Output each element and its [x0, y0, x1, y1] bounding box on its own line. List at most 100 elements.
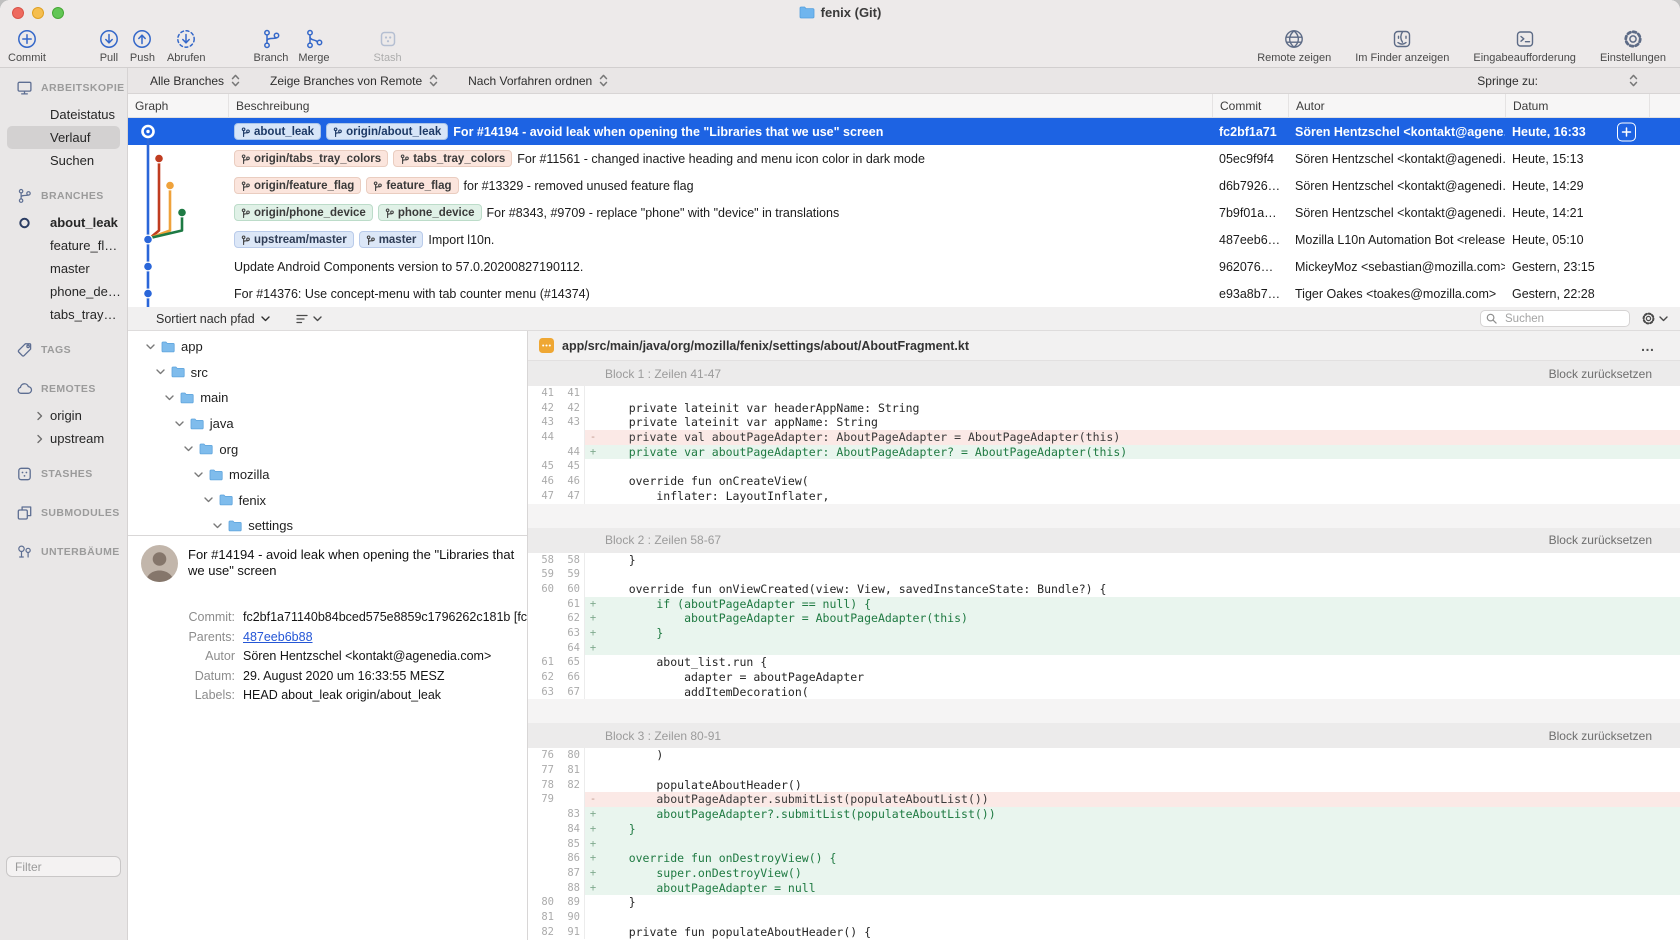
- sort-dropdown[interactable]: Sortiert nach pfad: [156, 312, 270, 326]
- search-input[interactable]: [1480, 310, 1630, 327]
- diff-line[interactable]: 5959: [528, 567, 1680, 582]
- sidebar-section-subtrees[interactable]: UNTERBÄUME: [0, 536, 127, 567]
- diff-line[interactable]: 44- private val aboutPageAdapter: AboutP…: [528, 430, 1680, 445]
- tree-item-fenix[interactable]: fenix: [128, 488, 527, 514]
- view-options-dropdown[interactable]: [296, 314, 322, 324]
- diff-line[interactable]: 4141: [528, 386, 1680, 401]
- diff-line[interactable]: 83+ aboutPageAdapter?.submitList(populat…: [528, 807, 1680, 822]
- tree-item-src[interactable]: src: [128, 360, 527, 386]
- branch-badge[interactable]: upstream/master: [234, 231, 354, 248]
- diff-line[interactable]: 7882 populateAboutHeader(): [528, 778, 1680, 793]
- diff-line[interactable]: 44+ private var aboutPageAdapter: AboutP…: [528, 445, 1680, 460]
- commit-row[interactable]: origin/tabs_tray_colorstabs_tray_colorsF…: [128, 145, 1680, 172]
- branch-badge[interactable]: origin/phone_device: [234, 204, 373, 221]
- fetch-button[interactable]: Abrufen: [167, 25, 206, 64]
- commit-row[interactable]: For #14376: Use concept-menu with tab co…: [128, 280, 1680, 307]
- commit-button[interactable]: Commit: [8, 25, 46, 64]
- sidebar-branch-master[interactable]: master: [0, 257, 127, 280]
- branch-badge[interactable]: master: [359, 231, 424, 248]
- tree-item-settings[interactable]: settings: [128, 513, 527, 536]
- tree-item-mozilla[interactable]: mozilla: [128, 462, 527, 488]
- block-reset-button[interactable]: Block zurücksetzen: [1549, 367, 1652, 381]
- diff-line[interactable]: 6165 about_list.run {: [528, 655, 1680, 670]
- diff-line[interactable]: 8190: [528, 910, 1680, 925]
- show-in-finder-button[interactable]: Im Finder anzeigen: [1355, 25, 1449, 64]
- diff-options-dropdown[interactable]: [1641, 311, 1668, 326]
- branch-badge[interactable]: feature_flag: [366, 177, 458, 194]
- diff-line[interactable]: 63+ }: [528, 626, 1680, 641]
- sidebar-section-tags[interactable]: TAGS: [0, 334, 127, 365]
- branch-badge[interactable]: about_leak: [234, 123, 321, 140]
- diff-line[interactable]: 61+ if (aboutPageAdapter == null) {: [528, 597, 1680, 612]
- diff-line[interactable]: 88+ aboutPageAdapter = null: [528, 881, 1680, 896]
- diff-line[interactable]: 4545: [528, 459, 1680, 474]
- diff-line[interactable]: 4646 override fun onCreateView(: [528, 474, 1680, 489]
- sidebar-item-suchen[interactable]: Suchen: [0, 149, 127, 172]
- commit-row[interactable]: upstream/mastermasterImport l10n.487eeb6…: [128, 226, 1680, 253]
- pull-button[interactable]: Pull: [98, 25, 120, 64]
- column-description[interactable]: Beschreibung: [228, 94, 1212, 117]
- diff-line[interactable]: 4343 private lateinit var appName: Strin…: [528, 415, 1680, 430]
- diff-line[interactable]: 87+ super.onDestroyView(): [528, 866, 1680, 881]
- sidebar-item-dateistatus[interactable]: Dateistatus: [0, 103, 127, 126]
- sidebar-section-stashes[interactable]: STASHES: [0, 458, 127, 489]
- commit-row-add-button[interactable]: [1617, 122, 1636, 141]
- sidebar-branch-about-leak[interactable]: about_leak: [0, 211, 127, 234]
- sidebar-branch-feature-fl[interactable]: feature_fl…: [0, 234, 127, 257]
- diff-line[interactable]: 4242 private lateinit var headerAppName:…: [528, 401, 1680, 416]
- more-options-button[interactable]: …: [1641, 338, 1657, 354]
- order-filter-dropdown[interactable]: Nach Vorfahren ordnen: [468, 74, 608, 88]
- branch-badge[interactable]: origin/feature_flag: [234, 177, 361, 194]
- commit-row[interactable]: origin/phone_devicephone_deviceFor #8343…: [128, 199, 1680, 226]
- diff-line[interactable]: 85+: [528, 837, 1680, 852]
- commit-row[interactable]: Update Android Components version to 57.…: [128, 253, 1680, 280]
- tree-item-java[interactable]: java: [128, 411, 527, 437]
- jump-to-dropdown[interactable]: Springe zu:: [1477, 74, 1638, 88]
- branch-badge[interactable]: phone_device: [378, 204, 482, 221]
- branch-badge[interactable]: tabs_tray_colors: [393, 150, 512, 167]
- command-prompt-button[interactable]: Eingabeaufforderung: [1473, 25, 1576, 64]
- column-commit[interactable]: Commit: [1212, 94, 1288, 117]
- column-date[interactable]: Datum: [1505, 94, 1649, 117]
- merge-button[interactable]: Merge: [298, 25, 329, 64]
- diff-line[interactable]: 86+ override fun onDestroyView() {: [528, 851, 1680, 866]
- commit-row[interactable]: about_leakorigin/about_leakFor #14194 - …: [128, 118, 1680, 145]
- sidebar-filter-input[interactable]: [6, 856, 121, 877]
- diff-line[interactable]: 8089 }: [528, 895, 1680, 910]
- sidebar-remote-origin[interactable]: origin: [0, 404, 127, 427]
- block-reset-button[interactable]: Block zurücksetzen: [1549, 533, 1652, 547]
- sidebar-item-verlauf[interactable]: Verlauf: [7, 126, 120, 149]
- block-reset-button[interactable]: Block zurücksetzen: [1549, 729, 1652, 743]
- detail-field-value[interactable]: 487eeb6b88: [243, 628, 527, 648]
- diff-line[interactable]: 7781: [528, 763, 1680, 778]
- diff-line[interactable]: 62+ aboutPageAdapter = AboutPageAdapter(…: [528, 611, 1680, 626]
- column-author[interactable]: Autor: [1288, 94, 1505, 117]
- diff-line[interactable]: 7680 ): [528, 748, 1680, 763]
- tree-item-org[interactable]: org: [128, 436, 527, 462]
- branch-badge[interactable]: origin/tabs_tray_colors: [234, 150, 388, 167]
- sidebar-branch-tabs-tray[interactable]: tabs_tray…: [0, 303, 127, 326]
- diff-line[interactable]: 84+ }: [528, 822, 1680, 837]
- diff-line[interactable]: 8291 private fun populateAboutHeader() {: [528, 925, 1680, 940]
- remote-filter-dropdown[interactable]: Zeige Branches von Remote: [270, 74, 438, 88]
- branch-button[interactable]: Branch: [254, 25, 289, 64]
- branch-filter-dropdown[interactable]: Alle Branches: [150, 74, 240, 88]
- tree-item-app[interactable]: app: [128, 334, 527, 360]
- diff-line[interactable]: 79- aboutPageAdapter.submitList(populate…: [528, 792, 1680, 807]
- sidebar-branch-phone-de[interactable]: phone_de…: [0, 280, 127, 303]
- column-graph[interactable]: Graph: [128, 94, 228, 117]
- push-button[interactable]: Push: [130, 25, 155, 64]
- sidebar-section-submodules[interactable]: SUBMODULES: [0, 497, 127, 528]
- sidebar-section-remotes[interactable]: REMOTES: [0, 373, 127, 404]
- commit-row[interactable]: origin/feature_flagfeature_flagfor #1332…: [128, 172, 1680, 199]
- sidebar-remote-upstream[interactable]: upstream: [0, 427, 127, 450]
- diff-line[interactable]: 4747 inflater: LayoutInflater,: [528, 489, 1680, 504]
- tree-item-main[interactable]: main: [128, 385, 527, 411]
- diff-line[interactable]: 6266 adapter = aboutPageAdapter: [528, 670, 1680, 685]
- diff-line[interactable]: 6060 override fun onViewCreated(view: Vi…: [528, 582, 1680, 597]
- diff-line[interactable]: 64+: [528, 641, 1680, 656]
- diff-line[interactable]: 5858 }: [528, 553, 1680, 568]
- settings-button[interactable]: Einstellungen: [1600, 25, 1666, 64]
- show-remote-button[interactable]: Remote zeigen: [1257, 25, 1331, 64]
- branch-badge[interactable]: origin/about_leak: [326, 123, 448, 140]
